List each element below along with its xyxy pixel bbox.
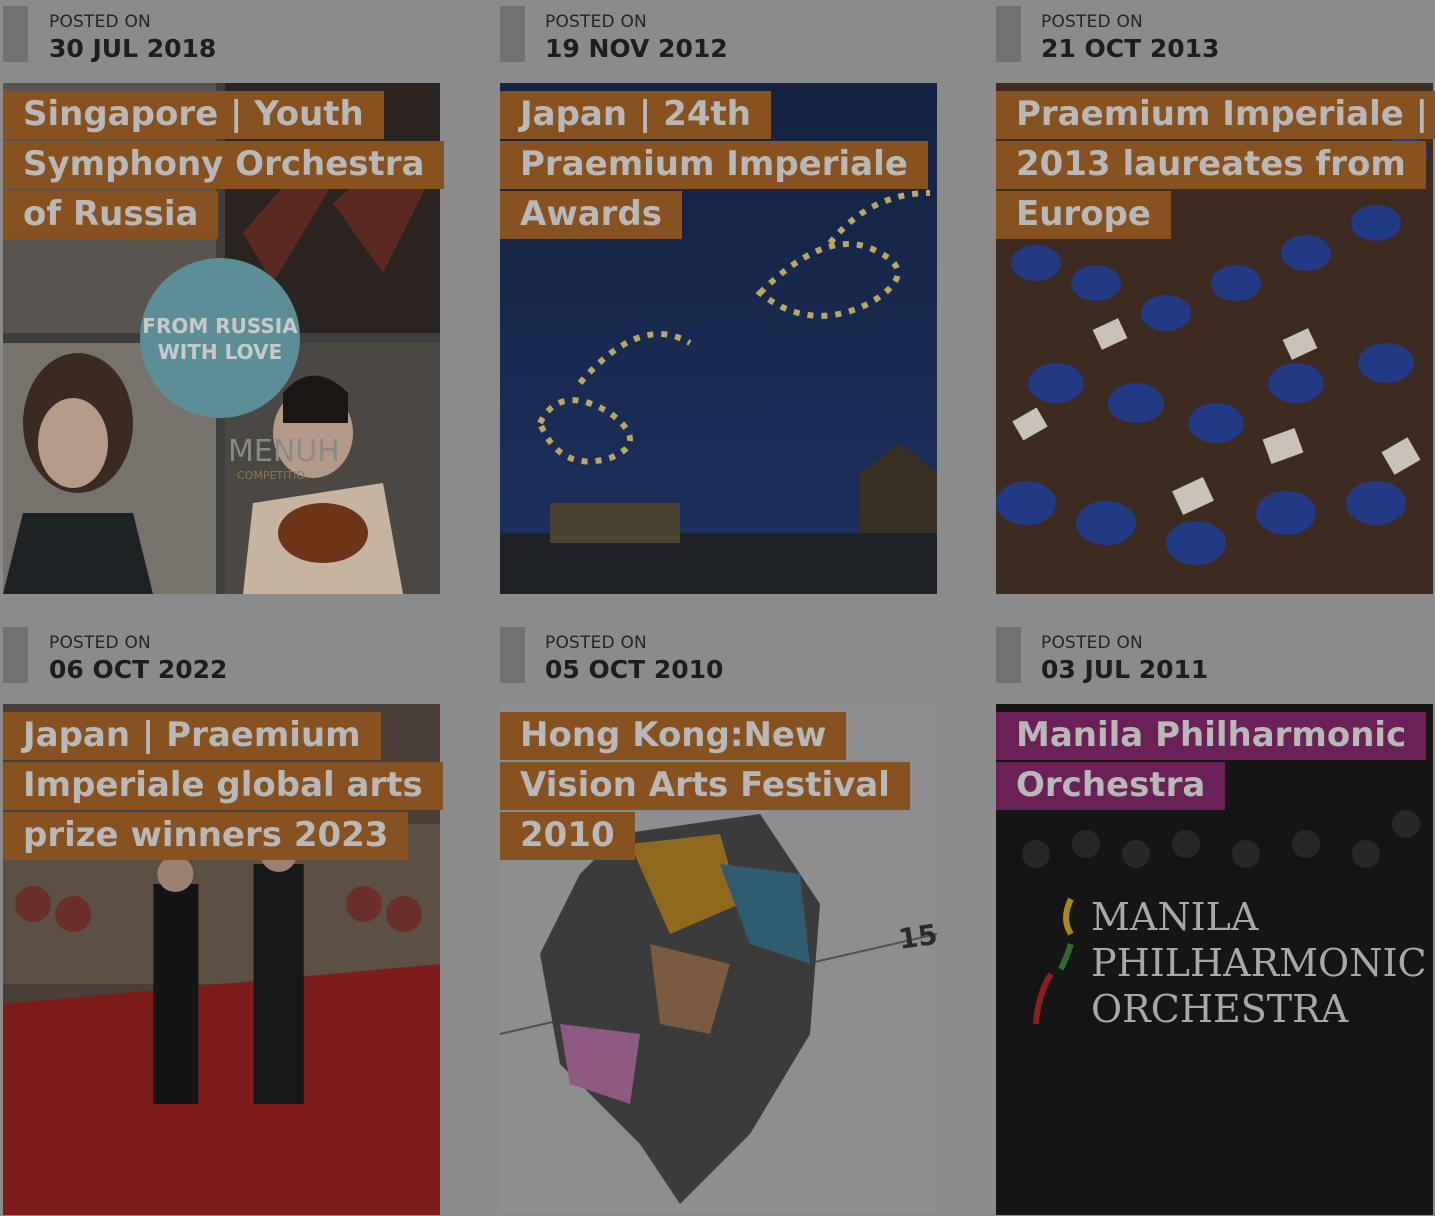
posted-on-label: POSTED ON	[545, 12, 647, 32]
post-date: 03 JUL 2011	[1041, 655, 1209, 684]
image-caption: WITH LOVE	[158, 340, 282, 364]
post-title-text[interactable]: Singapore | Youth Symphony Orchestra of …	[3, 91, 445, 239]
post-title[interactable]: Hong Kong:New Vision Arts Festival 2010	[500, 710, 937, 860]
post-title[interactable]: Japan | 24th Praemium Imperiale Awards	[500, 89, 937, 239]
date-accent-bar	[996, 6, 1021, 62]
image-caption: COMPETITIO	[237, 469, 305, 482]
post-title[interactable]: Japan | Praemium Imperiale global arts p…	[3, 710, 443, 860]
post-title-text[interactable]: Japan | 24th Praemium Imperiale Awards	[500, 91, 928, 239]
post-title-text[interactable]: Manila Philharmonic Orchestra	[996, 712, 1427, 810]
post-date: 21 OCT 2013	[1041, 34, 1220, 63]
posted-on-label: POSTED ON	[49, 633, 151, 653]
posted-on-label: POSTED ON	[1041, 633, 1143, 653]
post-date: 05 OCT 2010	[545, 655, 724, 684]
post-title[interactable]: Manila Philharmonic Orchestra	[996, 710, 1433, 810]
image-caption: ORCHESTRA	[1091, 987, 1349, 1031]
post-title-text[interactable]: Praemium Imperiale | 2013 laureates from…	[996, 91, 1435, 239]
post-title-text[interactable]: Japan | Praemium Imperiale global arts p…	[3, 712, 443, 860]
posted-on-label: POSTED ON	[1041, 12, 1143, 32]
post-date: 30 JUL 2018	[49, 34, 217, 63]
post-title[interactable]: Praemium Imperiale | 2013 laureates from…	[996, 89, 1435, 239]
image-caption: 15	[896, 918, 937, 956]
posted-on-label: POSTED ON	[49, 12, 151, 32]
posted-on-label: POSTED ON	[545, 633, 647, 653]
date-accent-bar	[500, 6, 525, 62]
date-accent-bar	[3, 627, 28, 683]
image-caption: MENUH	[228, 434, 340, 469]
post-title-text[interactable]: Hong Kong:New Vision Arts Festival 2010	[500, 712, 910, 860]
post-date: 06 OCT 2022	[49, 655, 228, 684]
post-date: 19 NOV 2012	[545, 34, 728, 63]
date-accent-bar	[996, 627, 1021, 683]
image-caption: MANILA	[1091, 895, 1259, 939]
image-caption: FROM RUSSIA	[142, 314, 298, 338]
date-accent-bar	[3, 6, 28, 62]
post-title[interactable]: Singapore | Youth Symphony Orchestra of …	[3, 89, 445, 239]
image-caption: PHILHARMONIC	[1091, 941, 1427, 985]
date-accent-bar	[500, 627, 525, 683]
